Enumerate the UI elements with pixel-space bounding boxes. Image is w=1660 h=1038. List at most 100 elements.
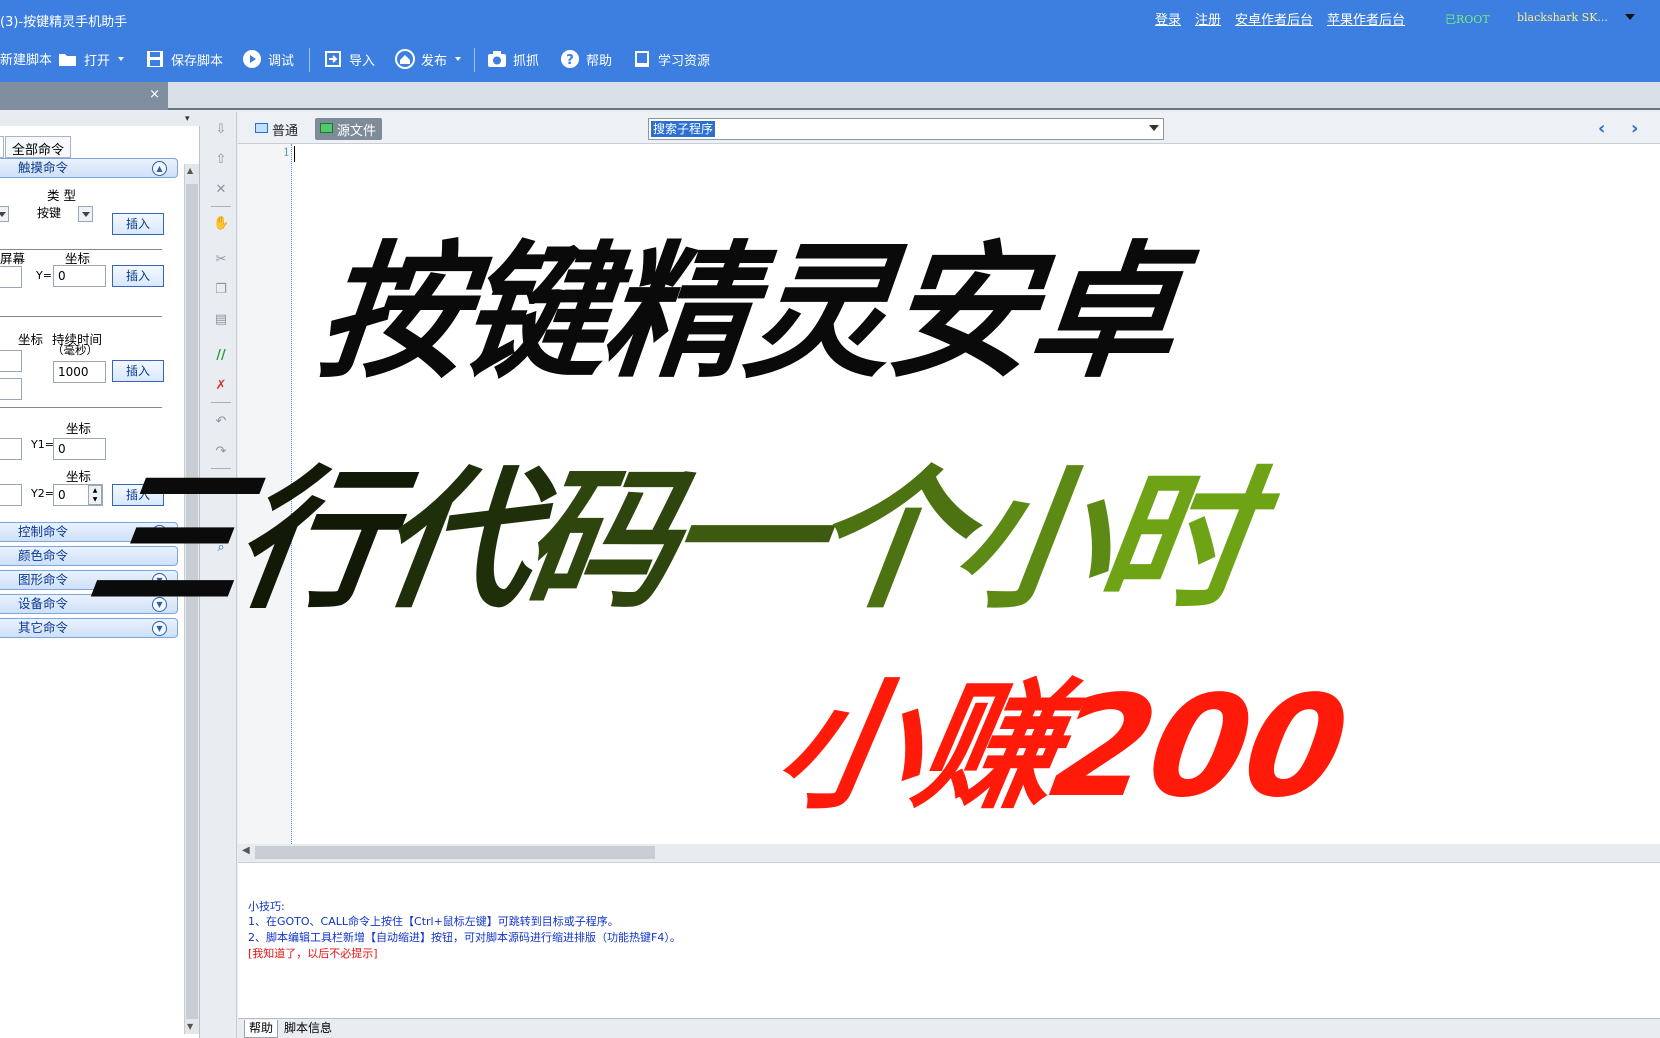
group-label: 图形命令 xyxy=(18,572,69,587)
chevron-down-icon xyxy=(118,57,125,61)
dismiss-tips-link[interactable]: [我知道了，以后不必提示] xyxy=(248,945,378,961)
toolbar-separator xyxy=(211,206,231,207)
overlay-subheadline: 三行代码一个小时 xyxy=(79,452,1257,629)
learning-resources-button[interactable]: 学习资源 xyxy=(632,49,710,69)
scroll-up-icon[interactable]: ▲ xyxy=(187,166,193,175)
tab-all-commands[interactable]: 全部命令 xyxy=(5,136,72,158)
import-icon xyxy=(323,49,343,69)
debug-button[interactable]: 调试 xyxy=(242,49,294,69)
tab-left-stub[interactable] xyxy=(0,136,4,158)
tab-script-info[interactable]: 脚本信息 xyxy=(280,1020,336,1038)
chevron-down-icon[interactable] xyxy=(1149,125,1159,131)
insert-tap-button[interactable]: 插入 xyxy=(112,213,164,235)
learn-label: 学习资源 xyxy=(658,53,711,69)
android-author-link[interactable]: 安卓作者后台 xyxy=(1235,9,1313,28)
publish-button[interactable]: 发布 xyxy=(395,49,462,69)
camera-icon xyxy=(487,49,507,69)
publish-label: 发布 xyxy=(421,53,448,69)
group-label: 其它命令 xyxy=(18,620,69,635)
horizontal-scrollbar[interactable]: ◀ xyxy=(238,844,1660,861)
help-button[interactable]: ? 帮助 xyxy=(560,49,612,69)
capture-button[interactable]: 抓抓 xyxy=(487,49,539,69)
editor-header: 普通 源文件 搜索子程序 ‹ › xyxy=(238,112,1660,144)
group-label: 控制命令 xyxy=(18,524,69,539)
group-label: 设备命令 xyxy=(18,596,69,611)
title-bar: (3)-按键精灵手机助手 登录 注册 安卓作者后台 苹果作者后台 已ROOT b… xyxy=(0,0,1660,36)
pin-icon[interactable]: ▾ xyxy=(185,114,190,124)
help-label: 帮助 xyxy=(586,53,613,69)
tips-title: 小技巧: xyxy=(248,900,285,913)
hand-icon[interactable]: ✋ xyxy=(213,216,229,232)
y1-field[interactable]: 0 xyxy=(53,438,106,460)
y-label: Y= xyxy=(36,269,52,282)
insert-touch-button[interactable]: 插入 xyxy=(112,265,164,287)
copy-icon[interactable]: ❐ xyxy=(213,282,229,298)
duration-unit-label: （毫秒） xyxy=(52,343,98,357)
command-panel-tab[interactable]: × xyxy=(0,82,168,110)
move-up-icon[interactable]: ⇧ xyxy=(213,152,229,168)
nav-back-icon[interactable]: ‹ xyxy=(1598,118,1605,139)
toolbar-separator xyxy=(211,402,231,403)
coord-label: 坐标 xyxy=(18,332,44,347)
close-icon[interactable]: × xyxy=(149,87,160,102)
hold-y-field[interactable] xyxy=(0,378,22,400)
x1-field[interactable] xyxy=(0,438,22,460)
tab-label: 普通 xyxy=(272,124,299,139)
new-script-label: 新建脚本 xyxy=(0,53,53,68)
paste-icon[interactable]: ▤ xyxy=(213,312,229,328)
new-script-button[interactable]: 新建脚本 xyxy=(0,49,52,68)
account-links: 登录 注册 安卓作者后台 苹果作者后台 xyxy=(1155,9,1405,28)
y-field[interactable]: 0 xyxy=(53,265,106,287)
tab-normal-view[interactable]: 普通 xyxy=(250,118,304,140)
import-button[interactable]: 导入 xyxy=(323,49,375,69)
overlay-char: 时 xyxy=(1087,452,1257,629)
subroutine-search-select[interactable]: 搜索子程序 xyxy=(648,118,1164,140)
device-selector[interactable]: blackshark SK... xyxy=(1517,11,1608,24)
save-script-button[interactable]: 保存脚本 xyxy=(145,49,223,69)
tab-help[interactable]: 帮助 xyxy=(244,1020,279,1038)
tip-line: 2、脚本编辑工具栏新增【自动缩进】按钮，可对脚本源码进行缩进排版（功能热键F4）… xyxy=(248,931,681,944)
chevron-up-icon[interactable]: ▲ xyxy=(152,161,167,176)
tab-source-view[interactable]: 源文件 xyxy=(315,118,383,140)
ios-author-link[interactable]: 苹果作者后台 xyxy=(1327,9,1405,28)
tab-label: 源文件 xyxy=(337,124,377,139)
x-field[interactable] xyxy=(0,266,22,288)
folder-icon xyxy=(58,49,78,69)
toolbar-separator xyxy=(309,48,310,72)
hold-x-field[interactable] xyxy=(0,350,22,372)
delete-icon[interactable]: ✕ xyxy=(213,182,229,198)
uncomment-icon[interactable]: ✗ xyxy=(213,378,229,394)
subroutine-search-text[interactable]: 搜索子程序 xyxy=(651,121,716,137)
comment-icon[interactable]: // xyxy=(213,348,229,364)
text-caret xyxy=(294,146,295,162)
cut-icon[interactable]: ✂ xyxy=(213,252,229,268)
device-dropdown-icon[interactable] xyxy=(1625,14,1635,20)
save-label: 保存脚本 xyxy=(171,53,224,69)
login-link[interactable]: 登录 xyxy=(1155,9,1181,28)
chevron-down-icon[interactable] xyxy=(78,206,93,222)
document-tab-strip: × xyxy=(0,82,1660,110)
main-toolbar: 新建脚本 打开 保存脚本 调试 导入 发布 抓抓 ? 帮助 学习资源 xyxy=(0,36,1660,82)
register-link[interactable]: 注册 xyxy=(1195,9,1221,28)
question-icon: ? xyxy=(560,49,580,69)
nav-forward-icon[interactable]: › xyxy=(1631,118,1638,139)
chevron-down-icon[interactable] xyxy=(0,206,9,222)
scroll-down-icon[interactable]: ▼ xyxy=(187,1022,193,1031)
section-divider xyxy=(0,316,162,317)
overlay-headline: 按键精灵安卓 xyxy=(311,228,1181,398)
overlay-char: 一 xyxy=(655,452,825,629)
group-touch-commands[interactable]: 触摸命令 ▲ xyxy=(0,158,178,178)
undo-icon[interactable]: ↶ xyxy=(213,414,229,430)
move-down-icon[interactable]: ⇩ xyxy=(213,122,229,138)
duration-field[interactable]: 1000 xyxy=(53,361,106,383)
overlay-char: 三 xyxy=(79,452,249,629)
scroll-left-icon[interactable]: ◀ xyxy=(242,845,250,856)
overlay-earnings-text: 小赚200 xyxy=(765,666,1357,829)
type-label: 类 型 xyxy=(47,188,76,203)
coord1-label: 坐标 xyxy=(66,421,92,436)
insert-hold-button[interactable]: 插入 xyxy=(112,360,164,382)
scroll-thumb[interactable] xyxy=(255,846,655,859)
home-icon xyxy=(395,49,415,69)
x2-field[interactable] xyxy=(0,484,22,506)
open-button[interactable]: 打开 xyxy=(58,49,125,69)
